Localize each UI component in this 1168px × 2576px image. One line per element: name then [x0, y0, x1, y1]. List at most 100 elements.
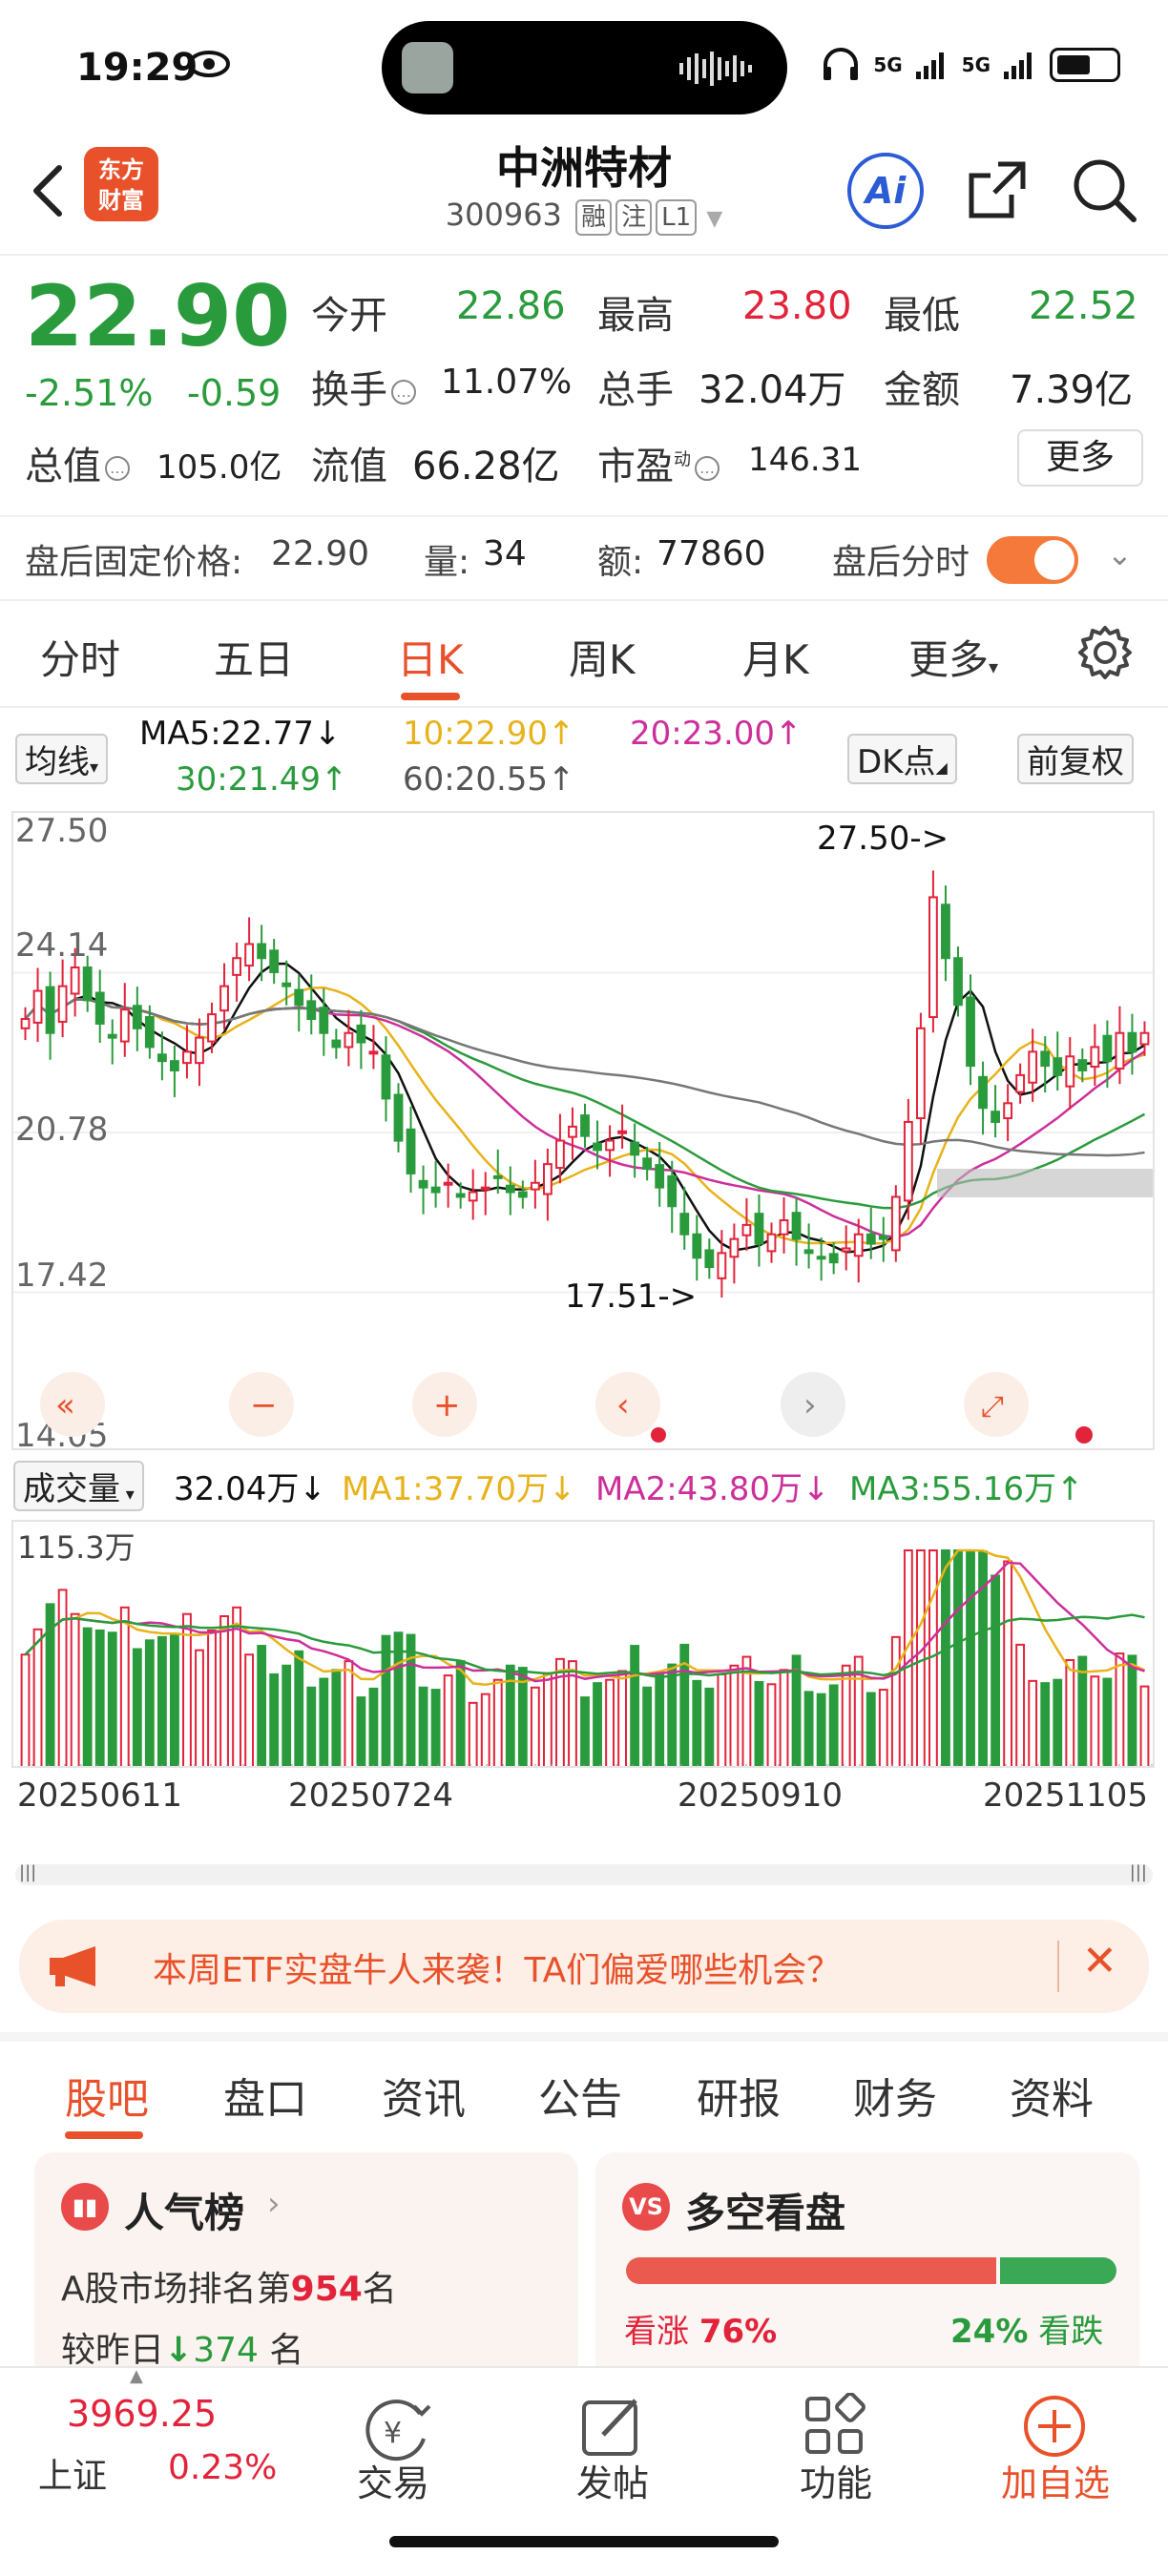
- volume-bar-down: [642, 1686, 653, 1766]
- tab-news[interactable]: 资讯: [382, 2065, 466, 2126]
- edit-icon[interactable]: [578, 2393, 645, 2460]
- candle-up: [32, 989, 43, 1024]
- volume-bar-up: [542, 1672, 553, 1766]
- candle-up: [1028, 1050, 1038, 1084]
- nav-trade[interactable]: 交易: [307, 2454, 479, 2506]
- change-percent: -2.51%: [25, 372, 154, 414]
- home-indicator: [389, 2536, 779, 2547]
- volume-bar-down: [356, 1696, 366, 1766]
- candle-up: [1139, 1031, 1150, 1046]
- candle-up: [70, 966, 80, 995]
- nav-add-watchlist[interactable]: 加自选: [970, 2454, 1141, 2506]
- back-icon[interactable]: [19, 153, 76, 229]
- candle-up: [443, 1181, 453, 1186]
- index-change[interactable]: 0.23%: [168, 2448, 277, 2487]
- volume-bar-down: [1102, 1677, 1113, 1766]
- tab-monthly-k[interactable]: 月K: [742, 628, 809, 686]
- tab-financials[interactable]: 财务: [853, 2065, 937, 2126]
- volume-bar-down: [430, 1689, 441, 1766]
- volume-bar-down: [306, 1686, 317, 1766]
- volume-bar-down: [269, 1672, 280, 1766]
- gear-icon[interactable]: [1076, 624, 1134, 681]
- bear-bar: [999, 2257, 1116, 2284]
- bottom-nav: ▲ 3969.25 上证 0.23% ¥ 交易 发帖 功能 加自选: [0, 2366, 1168, 2576]
- nav-functions[interactable]: 功能: [750, 2454, 922, 2506]
- search-icon[interactable]: [1069, 155, 1137, 223]
- volume-max-label: 115.3万: [17, 1529, 136, 1566]
- candle-down: [878, 1235, 888, 1240]
- candle-down: [132, 1005, 142, 1029]
- nav-post[interactable]: 发帖: [527, 2454, 699, 2506]
- tab-weekly-k[interactable]: 周K: [569, 628, 636, 686]
- tab-more[interactable]: 更多▾: [908, 628, 998, 686]
- chart-range-scrollbar[interactable]: ||| |||: [15, 1862, 1153, 1885]
- scroll-left-button[interactable]: ‹: [595, 1372, 666, 1443]
- ma-selector[interactable]: 均线▾: [15, 734, 109, 784]
- index-value[interactable]: 3969.25: [67, 2393, 217, 2435]
- bull-bear-title: 多空看盘: [685, 2190, 846, 2236]
- code-dropdown-icon[interactable]: ▼: [706, 207, 722, 231]
- close-icon[interactable]: ✕: [1082, 1937, 1117, 1985]
- volume-ma2-line: [24, 1561, 1145, 1683]
- apps-icon[interactable]: [802, 2393, 868, 2460]
- volume-chart[interactable]: 115.3万: [11, 1520, 1155, 1768]
- index-name[interactable]: 上证: [38, 2448, 107, 2498]
- megaphone-icon: [50, 1946, 95, 1986]
- tab-order-book[interactable]: 盘口: [223, 2065, 307, 2126]
- volume-bar-down: [667, 1663, 678, 1766]
- more-quote-button[interactable]: 更多: [1017, 429, 1143, 487]
- volume-current: 32.04万↓: [174, 1470, 326, 1508]
- indicator-selector[interactable]: 成交量 ▾: [13, 1461, 144, 1511]
- scroll-left-fast-button[interactable]: «: [40, 1372, 105, 1437]
- volume-bar-up: [779, 1669, 789, 1766]
- scrollbar-left-handle[interactable]: |||: [19, 1862, 36, 1882]
- zoom-in-button[interactable]: +: [412, 1372, 477, 1437]
- candle-up: [542, 1163, 553, 1195]
- volume-bar-down: [170, 1632, 179, 1766]
- zoom-out-button[interactable]: −: [229, 1372, 294, 1437]
- volume-bar-down: [953, 1549, 963, 1766]
- scrollbar-right-handle[interactable]: |||: [1130, 1862, 1147, 1882]
- candle-up: [1015, 1073, 1026, 1093]
- candlestick-chart[interactable]: 27.50 24.14 20.78 17.42 14.05 27.50-> 17…: [11, 811, 1155, 1450]
- candle-down: [356, 1024, 366, 1044]
- candle-down: [269, 949, 280, 973]
- candle-up: [344, 1031, 354, 1049]
- now-playing-app-icon: [402, 42, 453, 93]
- tab-research[interactable]: 研报: [697, 2065, 781, 2126]
- tab-intraday[interactable]: 分时: [40, 628, 120, 686]
- svg-text:¥: ¥: [384, 2417, 402, 2450]
- mktcap-value: 105.0亿: [156, 448, 282, 487]
- volume-bar-down: [319, 1677, 329, 1766]
- promo-banner[interactable]: 本周ETF实盘牛人来袭！TA们偏爱哪些机会？ ✕: [19, 1920, 1149, 2013]
- volume-bar-down: [406, 1633, 416, 1766]
- scroll-right-button[interactable]: ›: [781, 1372, 845, 1437]
- bull-bear-card[interactable]: VS 多空看盘 看涨 76% 24% 看跌: [595, 2152, 1139, 2381]
- candle-down: [1077, 1059, 1088, 1071]
- tab-five-day[interactable]: 五日: [214, 628, 294, 686]
- add-circle-icon[interactable]: [1021, 2393, 1088, 2460]
- volume-bar-up: [443, 1674, 453, 1766]
- tab-forum[interactable]: 股吧: [65, 2065, 149, 2126]
- volume-bar-down: [107, 1631, 117, 1766]
- tab-announcements[interactable]: 公告: [538, 2065, 622, 2126]
- ai-button[interactable]: Ai: [847, 153, 924, 229]
- share-icon[interactable]: [964, 156, 1031, 223]
- candle-down: [978, 1075, 988, 1110]
- volume-bar-down: [156, 1635, 167, 1766]
- tab-profile[interactable]: 资料: [1010, 2065, 1094, 2126]
- tab-daily-k[interactable]: 日K: [397, 628, 464, 686]
- popularity-card[interactable]: ▮▮ 人气榜 › A股市场排名第954名 较昨日↓374 名: [34, 2152, 578, 2381]
- banner-text[interactable]: 本周ETF实盘牛人来袭！TA们偏爱哪些机会？: [153, 1942, 841, 1992]
- adjust-selector[interactable]: 前复权: [1017, 734, 1134, 784]
- candle-up: [555, 1139, 565, 1170]
- fullscreen-button[interactable]: ⤢: [964, 1372, 1029, 1437]
- chevron-down-icon[interactable]: ⌄: [1107, 536, 1133, 572]
- volume-bar-down: [803, 1691, 814, 1766]
- candle-down: [816, 1256, 826, 1260]
- high-marker: 27.50->: [817, 820, 949, 858]
- dk-point-selector[interactable]: DK点◢: [847, 734, 957, 784]
- volume-bar-up: [1003, 1560, 1013, 1766]
- ma-legend: 均线▾ MA5:22.77↓ 10:22.90↑ 20:23.00↑ 30:21…: [0, 711, 1168, 806]
- after-hours-toggle[interactable]: [987, 536, 1078, 584]
